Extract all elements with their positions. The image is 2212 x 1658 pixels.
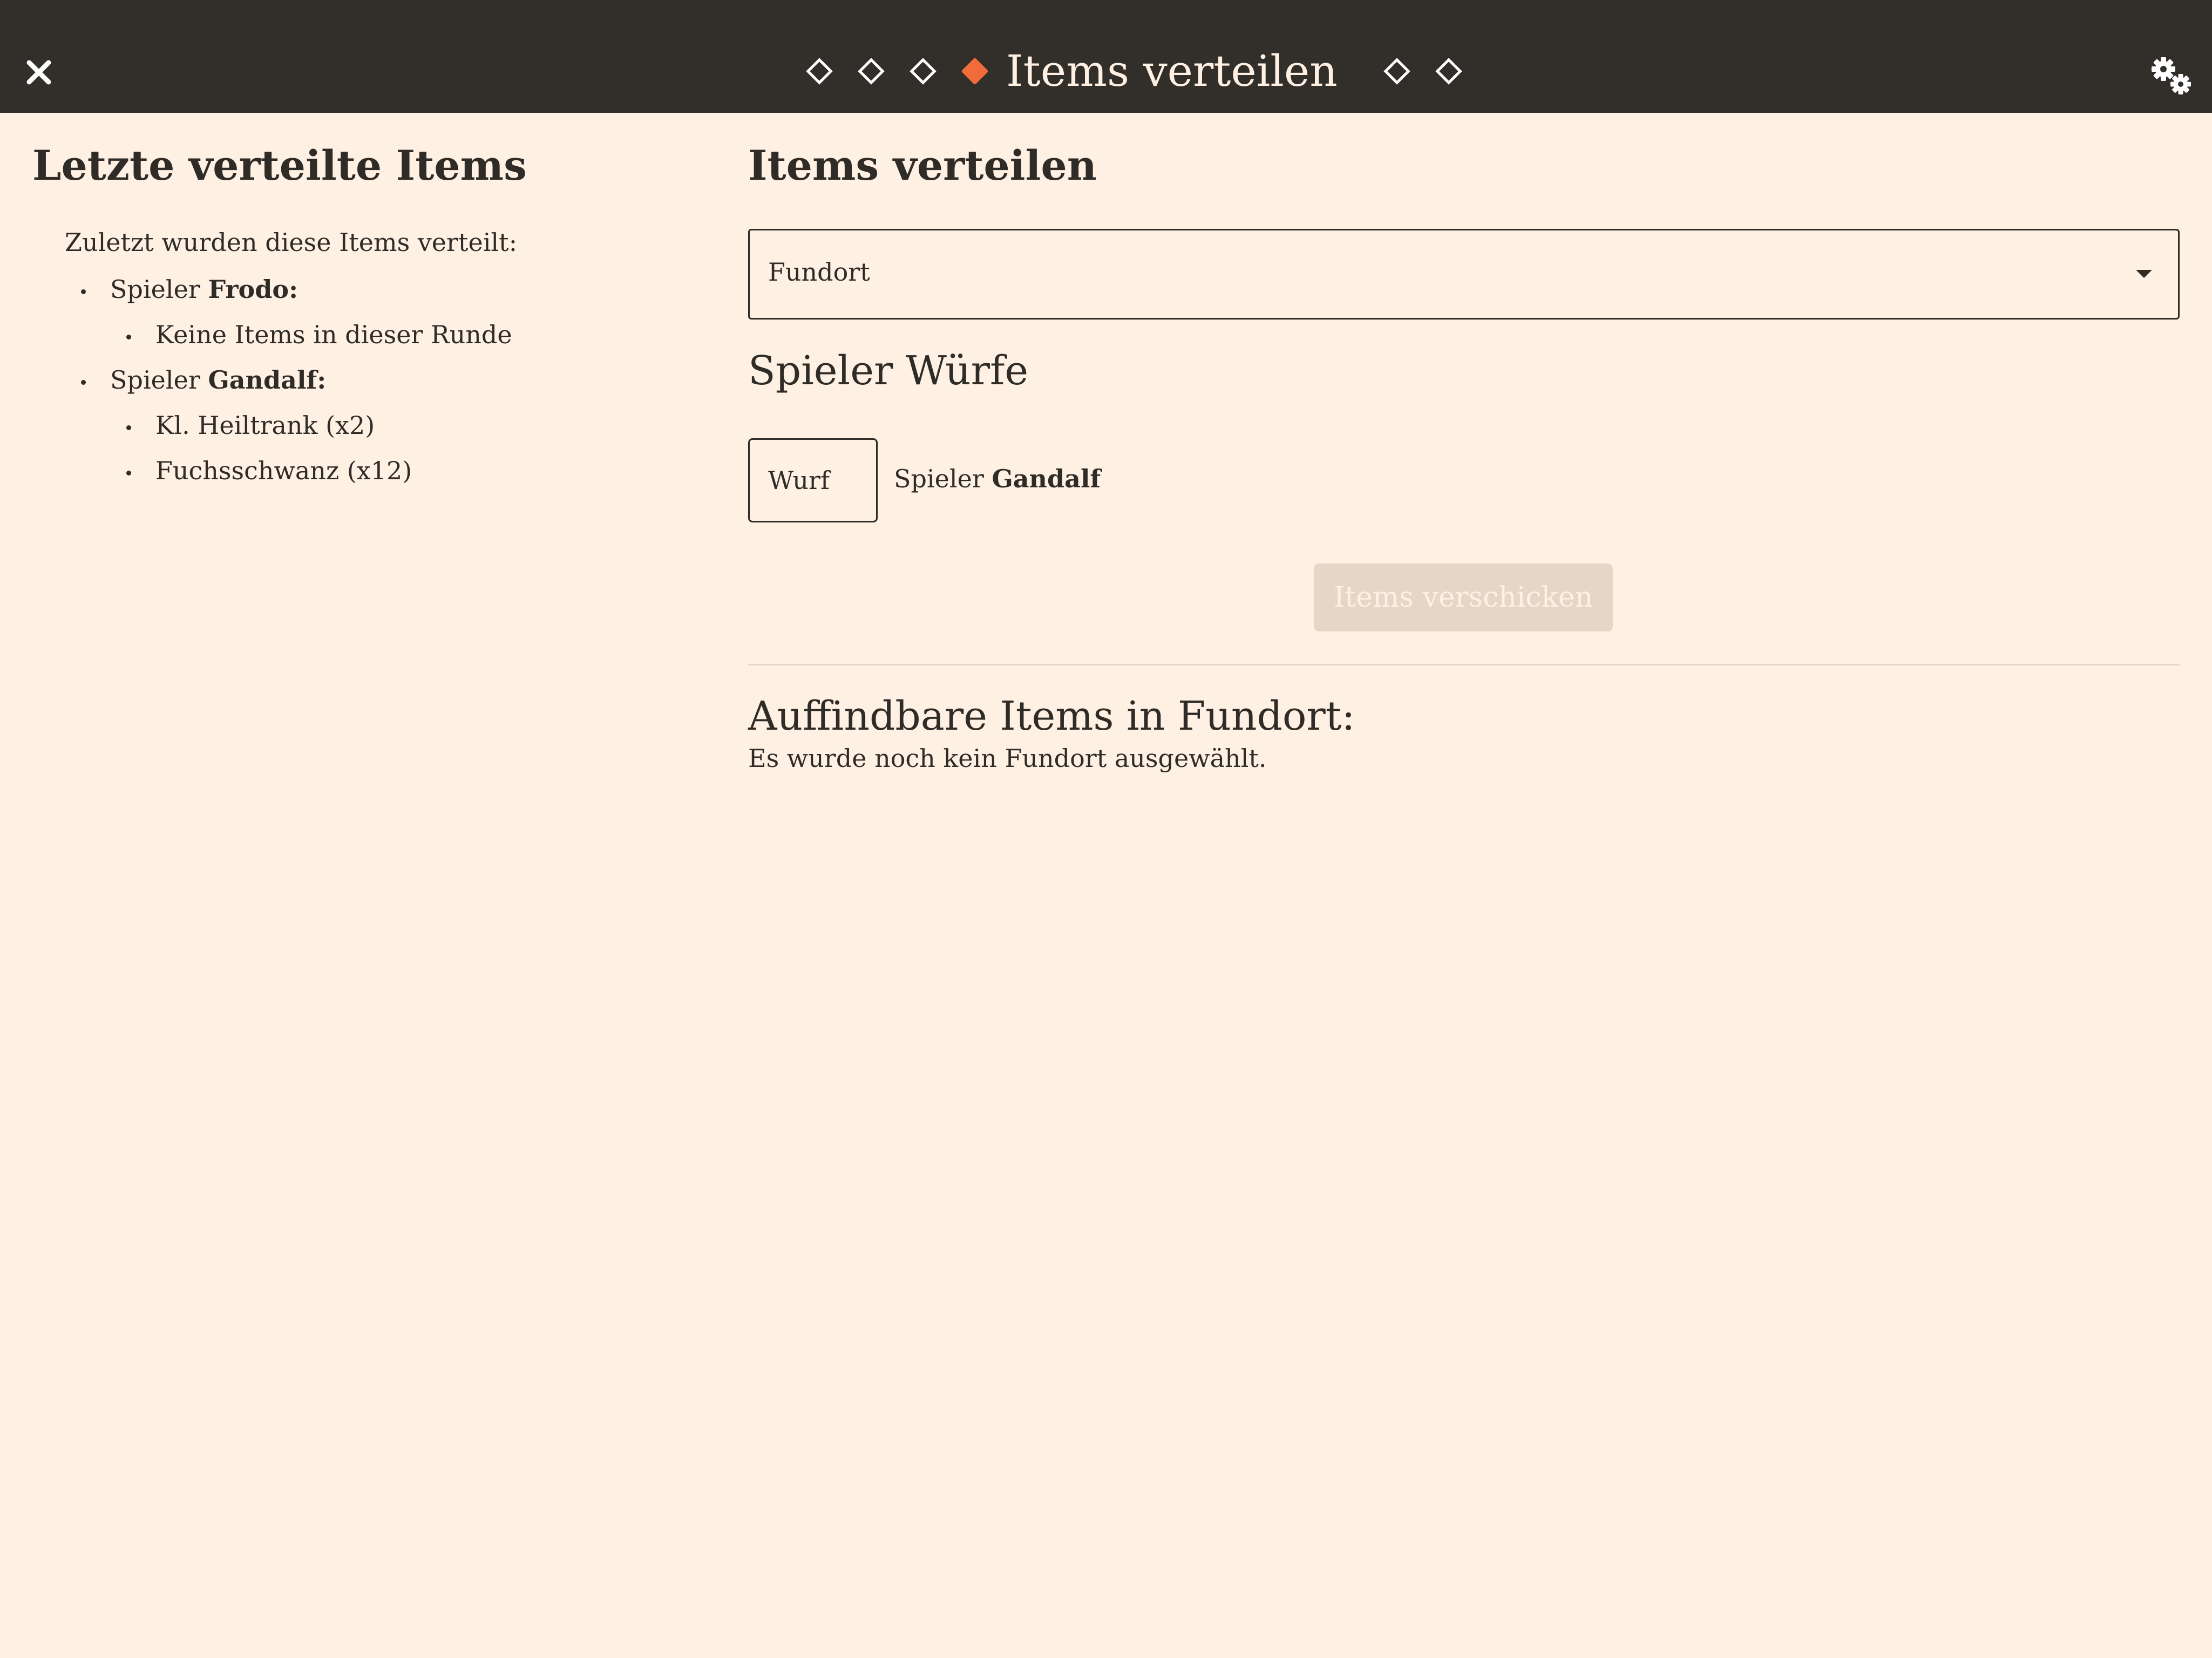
diamond-outline-icon xyxy=(1435,58,1462,85)
step-indicator-5[interactable] xyxy=(1371,42,1423,100)
player-rolls-title: Spieler Würfe xyxy=(748,348,1029,394)
step-indicator-current[interactable] xyxy=(949,42,1001,100)
close-button[interactable] xyxy=(25,58,53,86)
location-select-value: Fundort xyxy=(768,257,870,287)
list-item-player: Spieler Frodo: xyxy=(76,273,512,318)
list-item-item: Keine Items in dieser Runde xyxy=(76,318,512,364)
close-icon xyxy=(25,58,53,86)
step-indicator-1[interactable] xyxy=(793,42,845,100)
bullet-icon xyxy=(81,380,86,385)
bullet-icon xyxy=(81,289,86,294)
step-progress: Items verteilen xyxy=(793,42,1475,100)
bullet-icon xyxy=(126,425,131,430)
findable-items-title: Auffindbare Items in Fundort: xyxy=(748,693,1355,739)
bullet-icon xyxy=(126,335,131,339)
current-step-title: Items verteilen xyxy=(1006,46,1338,96)
player-prefix: Spieler xyxy=(110,275,200,304)
diamond-filled-icon xyxy=(961,58,988,85)
recent-items-intro: Zuletzt wurden diese Items verteilt: xyxy=(65,228,518,257)
player-name: Gandalf: xyxy=(208,365,327,395)
step-indicator-6[interactable] xyxy=(1423,42,1475,100)
caret-down-icon xyxy=(2136,270,2152,278)
top-bar: Items verteilen xyxy=(0,0,2212,113)
list-item-player: Spieler Gandalf: xyxy=(76,364,512,409)
player-name: Frodo: xyxy=(208,275,298,304)
list-item-item: Fuchsschwanz (x12) xyxy=(76,454,512,500)
gears-icon xyxy=(2149,54,2195,99)
settings-button[interactable] xyxy=(2149,54,2195,99)
item-label: Keine Items in dieser Runde xyxy=(155,320,512,349)
player-prefix: Spieler xyxy=(110,365,200,395)
bullet-icon xyxy=(126,471,131,475)
list-item-item: Kl. Heiltrank (x2) xyxy=(76,409,512,454)
section-divider xyxy=(748,664,2180,665)
location-select[interactable]: Fundort xyxy=(748,229,2180,320)
diamond-outline-icon xyxy=(806,58,833,85)
recent-items-list: Spieler Frodo: Keine Items in dieser Run… xyxy=(76,273,512,500)
send-items-button[interactable]: Items verschicken xyxy=(1314,563,1613,631)
roll-input[interactable] xyxy=(748,438,878,522)
roll-player-name: Gandalf xyxy=(992,464,1101,493)
diamond-outline-icon xyxy=(858,58,885,85)
distribute-title: Items verteilen xyxy=(748,141,1097,189)
recent-items-title: Letzte verteilte Items xyxy=(32,141,527,189)
roll-player-label: Spieler Gandalf xyxy=(894,464,1101,493)
findable-items-empty-text: Es wurde noch kein Fundort ausgewählt. xyxy=(748,744,1267,773)
diamond-outline-icon xyxy=(910,58,937,85)
item-label: Kl. Heiltrank (x2) xyxy=(155,411,375,440)
item-label: Fuchsschwanz (x12) xyxy=(155,456,412,485)
diamond-outline-icon xyxy=(1383,58,1410,85)
roll-player-prefix: Spieler xyxy=(894,464,984,493)
step-indicator-2[interactable] xyxy=(845,42,897,100)
step-indicator-3[interactable] xyxy=(897,42,949,100)
